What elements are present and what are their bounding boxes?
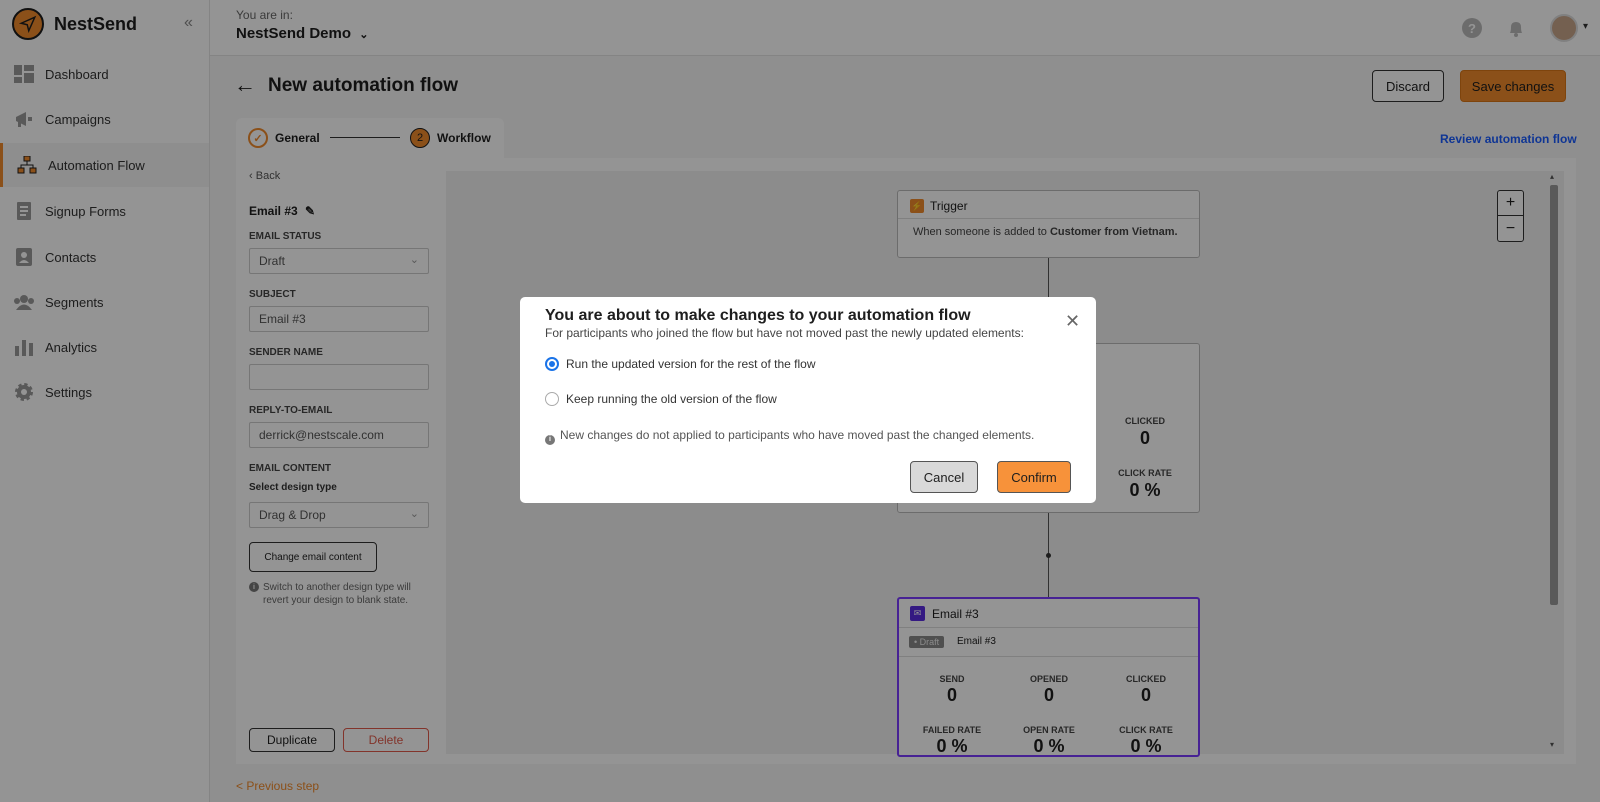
option-keep-old[interactable]: Keep running the old version of the flow xyxy=(545,392,777,406)
cancel-button[interactable]: Cancel xyxy=(910,461,978,493)
option-run-updated-label: Run the updated version for the rest of … xyxy=(566,357,816,371)
dialog-title: You are about to make changes to your au… xyxy=(545,307,971,324)
close-icon[interactable]: ✕ xyxy=(1065,311,1080,332)
option-keep-old-label: Keep running the old version of the flow xyxy=(566,392,777,406)
dialog-note: New changes do not applied to participan… xyxy=(560,428,1035,442)
option-run-updated[interactable]: Run the updated version for the rest of … xyxy=(545,357,815,371)
info-icon: i xyxy=(545,429,555,445)
confirm-changes-dialog: You are about to make changes to your au… xyxy=(520,297,1096,503)
radio-keep-old[interactable] xyxy=(545,392,559,406)
confirm-button[interactable]: Confirm xyxy=(997,461,1071,493)
radio-run-updated[interactable] xyxy=(545,357,559,371)
dialog-subtitle: For participants who joined the flow but… xyxy=(545,326,1024,340)
